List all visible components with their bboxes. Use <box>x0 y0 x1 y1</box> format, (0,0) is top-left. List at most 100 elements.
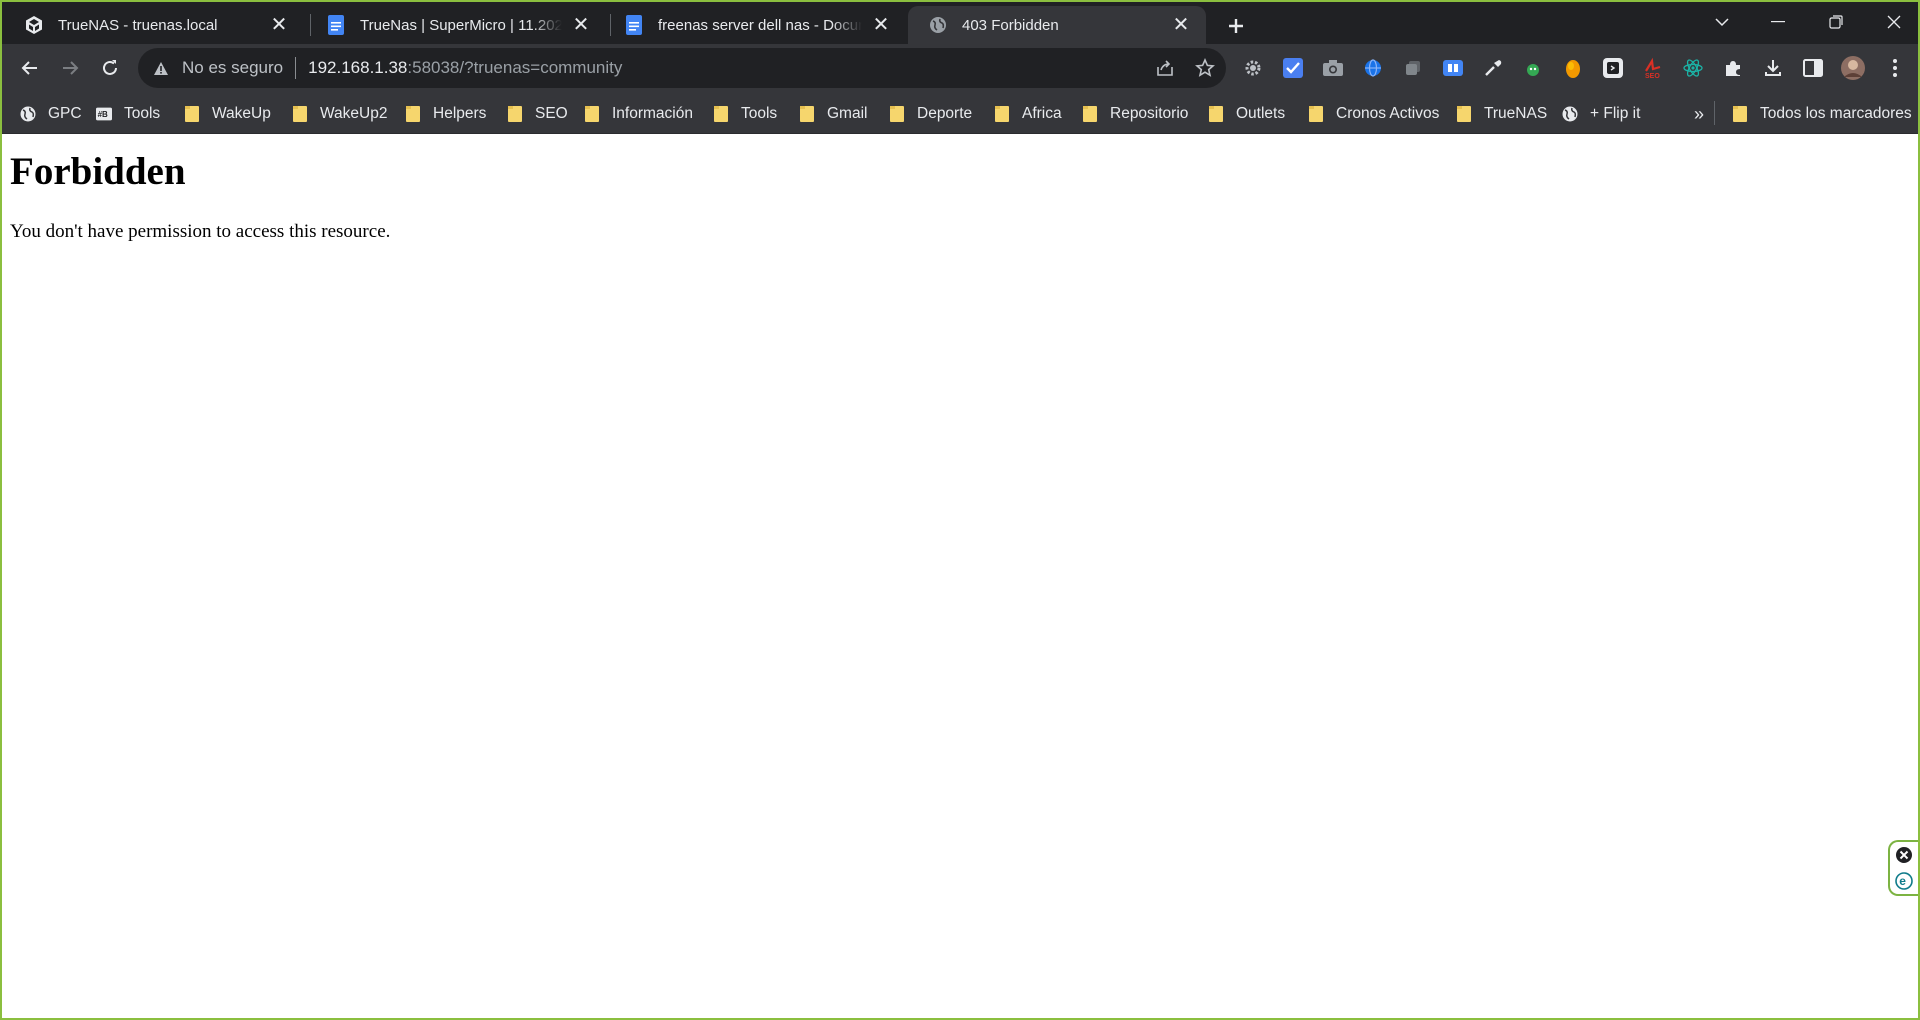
back-button[interactable] <box>12 50 48 86</box>
more-menu-icon[interactable] <box>1882 55 1908 81</box>
svg-text:e: e <box>1899 874 1906 888</box>
tab-403-forbidden[interactable]: 403 Forbidden ✕ <box>908 6 1206 44</box>
bookmarks-bar: GPC #B Tools WakeUp WakeUp2 Helpers SEO … <box>0 92 1920 134</box>
chevron-down-icon <box>1715 18 1729 27</box>
task-checklist-extension-icon[interactable] <box>1280 55 1306 81</box>
plus-icon <box>1229 19 1243 33</box>
bookmark-folder-gmail[interactable]: Gmail <box>799 102 867 126</box>
globe-icon <box>928 15 948 35</box>
restore-button[interactable] <box>1808 4 1864 40</box>
seo-extension-icon[interactable]: SEO <box>1640 55 1666 81</box>
tab-close-icon[interactable]: ✕ <box>870 14 892 36</box>
bookmark-label: SEO <box>535 105 568 122</box>
warning-icon[interactable] <box>152 59 170 77</box>
bookmark-all-bookmarks[interactable]: Todos los marcadores <box>1732 102 1912 126</box>
green-face-extension-icon[interactable] <box>1520 55 1546 81</box>
folder-icon <box>1308 106 1324 122</box>
bookmark-folder-wakeup[interactable]: WakeUp <box>184 102 271 126</box>
bookmark-label: Outlets <box>1236 105 1286 122</box>
translate-globe-extension-icon[interactable] <box>1360 55 1386 81</box>
bookmark-label: GPC <box>48 105 82 122</box>
bookmark-folder-seo[interactable]: SEO <box>507 102 568 126</box>
tab-search-button[interactable] <box>1694 4 1750 40</box>
gear-extension-icon[interactable] <box>1240 55 1266 81</box>
minimize-button[interactable] <box>1750 4 1806 40</box>
bookmark-folder-tools[interactable]: Tools <box>713 102 777 126</box>
globe-icon <box>20 106 36 122</box>
bookmark-folder-outlets[interactable]: Outlets <box>1208 102 1285 126</box>
bookmark-label: Tools <box>124 105 161 122</box>
eyedropper-extension-icon[interactable] <box>1480 55 1506 81</box>
bookmark-label: Información <box>612 105 693 122</box>
folder-icon <box>1082 106 1098 122</box>
bookmark-label: Helpers <box>433 105 487 122</box>
folder-icon <box>507 106 523 122</box>
bookmark-folder-helpers[interactable]: Helpers <box>405 102 486 126</box>
close-window-button[interactable] <box>1866 4 1920 40</box>
bookmark-label: Cronos Activos <box>1336 105 1440 122</box>
bookmark-label: TrueNAS <box>1484 105 1548 122</box>
chevron-double-right-icon: » <box>1694 103 1705 124</box>
bookmark-flip-it[interactable]: + Flip it <box>1562 102 1640 126</box>
bookmark-label: Repositorio <box>1110 105 1189 122</box>
google-docs-icon <box>326 15 346 35</box>
arrow-right-icon <box>63 61 79 75</box>
minimize-icon <box>1771 21 1785 23</box>
profile-avatar[interactable] <box>1840 55 1866 81</box>
tab-truenas[interactable]: TrueNAS - truenas.local ✕ <box>4 6 304 44</box>
bookmark-label: Deporte <box>917 105 973 122</box>
reload-button[interactable] <box>92 50 128 86</box>
bookmark-folder-deporte[interactable]: Deporte <box>889 102 972 126</box>
restore-icon <box>1829 15 1843 29</box>
forward-button[interactable] <box>52 50 88 86</box>
tab-freenas-doc[interactable]: freenas server dell nas - Docume ✕ <box>604 6 906 44</box>
bookmark-folder-informacion[interactable]: Información <box>584 102 693 126</box>
google-docs-icon <box>624 15 644 35</box>
tab-truenas-supermicro[interactable]: TrueNas | SuperMicro | 11.2023 ✕ <box>306 6 606 44</box>
tab-close-icon[interactable]: ✕ <box>1170 14 1192 36</box>
bookmark-folder-wakeup2[interactable]: WakeUp2 <box>292 102 387 126</box>
orange-egg-extension-icon[interactable] <box>1560 55 1586 81</box>
blue-square-extension-icon[interactable] <box>1440 55 1466 81</box>
folder-icon <box>799 106 815 122</box>
folder-icon <box>584 106 600 122</box>
puzzle-extensions-icon[interactable] <box>1720 55 1746 81</box>
new-tab-button[interactable] <box>1220 10 1252 42</box>
omnibox-divider <box>295 57 297 79</box>
bookmark-folder-africa[interactable]: Africa <box>994 102 1062 126</box>
code-box-extension-icon[interactable] <box>1600 55 1626 81</box>
bookmark-folder-truenas[interactable]: TrueNAS <box>1456 102 1547 126</box>
bookmark-label: WakeUp <box>212 105 271 122</box>
truenas-logo-icon <box>24 15 44 35</box>
bookmark-gpc[interactable]: GPC <box>20 102 82 126</box>
folder-icon <box>994 106 1010 122</box>
copy-extension-icon[interactable] <box>1400 55 1426 81</box>
close-icon <box>1887 15 1901 29</box>
browser-toolbar: No es seguro 192.168.1.38:58038/?truenas… <box>0 44 1920 92</box>
share-icon[interactable] <box>1154 57 1176 79</box>
folder-icon <box>1456 106 1472 122</box>
page-content: Forbidden You don't have permission to a… <box>0 135 1920 1020</box>
react-extension-icon[interactable] <box>1680 55 1706 81</box>
address-bar[interactable]: No es seguro 192.168.1.38:58038/?truenas… <box>138 48 1226 88</box>
bookmark-label: Gmail <box>827 105 868 122</box>
folder-icon <box>405 106 421 122</box>
star-icon[interactable] <box>1194 57 1216 79</box>
bookmark-tools-site[interactable]: #B Tools <box>96 102 160 126</box>
tab-close-icon[interactable]: ✕ <box>268 14 290 36</box>
download-icon[interactable] <box>1760 55 1786 81</box>
camera-extension-icon[interactable] <box>1320 55 1346 81</box>
bookmark-folder-cronos-activos[interactable]: Cronos Activos <box>1308 102 1439 126</box>
bookmark-label: Tools <box>741 105 778 122</box>
tab-title: 403 Forbidden <box>962 16 1059 34</box>
e-logo-icon[interactable]: e <box>1895 872 1913 890</box>
error-message: You don't have permission to access this… <box>10 221 391 242</box>
tab-title: freenas server dell nas - Docume <box>658 16 862 34</box>
close-circle-icon[interactable] <box>1895 846 1913 864</box>
bookmark-folder-repositorio[interactable]: Repositorio <box>1082 102 1188 126</box>
bookmarks-overflow-button[interactable]: » <box>1694 102 1704 126</box>
tab-close-icon[interactable]: ✕ <box>570 14 592 36</box>
side-panel-icon[interactable] <box>1800 55 1826 81</box>
security-status-label[interactable]: No es seguro <box>182 58 283 78</box>
folder-icon <box>713 106 729 122</box>
